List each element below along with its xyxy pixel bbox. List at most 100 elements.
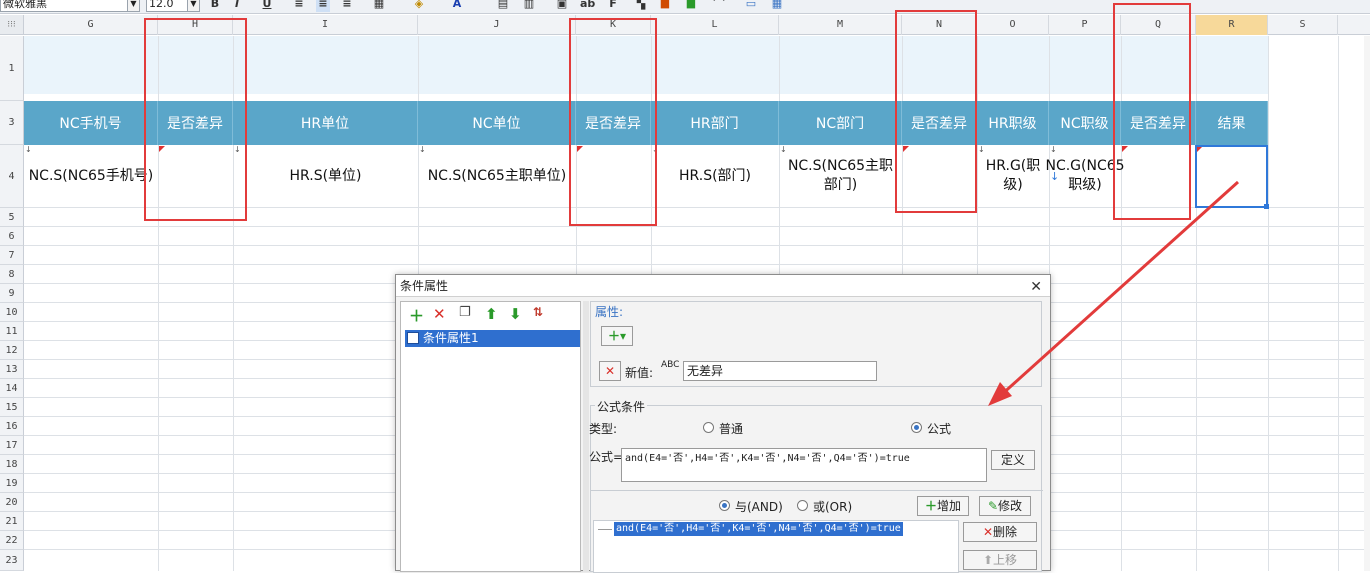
cell-j4[interactable]: NC.S(NC65主职单位) [418,145,576,207]
row-header-7[interactable]: 7 [0,246,24,265]
row-header-1[interactable]: 1 [0,36,24,101]
table-icon[interactable]: ▦ [770,0,784,12]
header-cell-hr-unit[interactable]: HR单位 [233,101,418,145]
font-name-select[interactable]: 微软雅黑 ▼ [0,0,140,12]
sheet-icon[interactable]: ▭ [744,0,758,12]
picture-icon[interactable]: ■ [684,0,698,12]
image-icon[interactable]: ■ [658,0,672,12]
copy-icon[interactable]: ❐ [459,305,471,320]
column-header-i[interactable]: I [233,15,418,35]
modify-button[interactable]: ✎修改 [979,496,1031,516]
formula-icon[interactable]: F [606,0,620,12]
delete-icon[interactable]: ✕ [433,305,446,323]
header-cell-nc-rank[interactable]: NC职级 [1049,101,1121,145]
font-color-icon[interactable]: A [450,0,464,12]
cell-g4[interactable]: NC.S(NC65手机号) [24,145,158,207]
split-icon[interactable]: ▥ [522,0,536,12]
move-up-button[interactable]: ⬆上移 [963,550,1037,570]
define-button[interactable]: 定义 [991,450,1035,470]
select-all-corner[interactable]: ⁝⁝⁝ [0,15,24,35]
row-header-16[interactable]: 16 [0,417,24,436]
row-header-17[interactable]: 17 [0,436,24,455]
merge-icon[interactable]: ▤ [496,0,510,12]
chevron-down-icon[interactable]: ▼ [187,0,199,11]
column-header-j[interactable]: J [418,15,576,35]
row-header-23[interactable]: 23 [0,550,24,571]
bold-button[interactable]: B [208,0,222,12]
align-right-icon[interactable]: ≡ [340,0,354,12]
cell-l4[interactable]: HR.S(部门) [651,145,779,207]
or-radio[interactable] [797,500,808,511]
row-header-15[interactable]: 15 [0,398,24,417]
header-cell-hr-dept[interactable]: HR部门 [651,101,779,145]
align-center-icon[interactable]: ≡ [316,0,330,12]
type-normal-radio[interactable] [703,422,714,433]
text-type-icon[interactable]: ABC [661,360,679,370]
row-header-8[interactable]: 8 [0,265,24,284]
fill-handle[interactable] [1264,204,1269,209]
header-cell-nc-unit[interactable]: NC单位 [418,101,576,145]
modify-icon: ✎ [987,499,999,513]
row-header-20[interactable]: 20 [0,493,24,512]
insert-icon[interactable]: ▣ [555,0,569,12]
type-formula-radio[interactable] [911,422,922,433]
cell-o4[interactable]: HR.G(职级) [977,145,1049,207]
row-header-4[interactable]: 4 [0,145,24,208]
add-button[interactable]: ＋增加 [917,496,969,516]
cell-i4[interactable]: HR.S(单位) [233,145,418,207]
tree-item-label: 条件属性1 [423,331,479,345]
chart-icon[interactable]: ▚ [634,0,648,12]
cell-p4[interactable]: NC.G(NC65职级) [1045,145,1124,207]
formula-input[interactable]: and(E4='否',H4='否',K4='否',N4='否',Q4='否')=… [621,448,987,482]
column-header-p[interactable]: P [1049,15,1121,35]
row-header-3[interactable]: 3 [0,101,24,145]
move-up-icon[interactable]: ⬆ [485,305,498,323]
add-icon[interactable]: ＋ [409,305,424,326]
text-icon[interactable]: ab [580,0,595,12]
condition-list-item[interactable]: and(E4='否',H4='否',K4='否',N4='否',Q4='否')=… [614,522,903,536]
row-header-18[interactable]: 18 [0,455,24,474]
italic-button[interactable]: I [230,0,244,12]
column-header-l[interactable]: L [651,15,779,35]
column-header-o[interactable]: O [977,15,1049,35]
row-header-6[interactable]: 6 [0,227,24,246]
border-icon[interactable]: ▦ [372,0,386,12]
header-cell-nc-dept[interactable]: NC部门 [779,101,902,145]
sort-icon[interactable]: ⇅ [533,305,543,319]
remove-attribute-icon[interactable]: ✕ [599,361,621,381]
row-header-19[interactable]: 19 [0,474,24,493]
and-radio[interactable] [719,500,730,511]
move-down-icon[interactable]: ⬇ [509,305,522,323]
fill-color-icon[interactable]: ◈ [412,0,426,12]
font-size-select[interactable]: 12.0 ▼ [146,0,200,12]
align-left-icon[interactable]: ≡ [292,0,306,12]
column-header-r[interactable]: R [1196,15,1268,35]
row-header-22[interactable]: 22 [0,531,24,550]
row-header-21[interactable]: 21 [0,512,24,531]
row-header-13[interactable]: 13 [0,360,24,379]
row-header-5[interactable]: 5 [0,208,24,227]
close-icon[interactable]: ✕ [1030,276,1042,298]
add-attribute-button[interactable]: ＋▾ [601,326,633,346]
header-cell-result[interactable]: 结果 [1196,101,1268,145]
chevron-down-icon[interactable]: ▼ [127,0,139,11]
header-cell-hr-rank[interactable]: HR职级 [977,101,1049,145]
underline-button[interactable]: U [260,0,274,12]
vertical-scrollbar[interactable] [1364,36,1370,571]
row-header-12[interactable]: 12 [0,341,24,360]
column-header-m[interactable]: M [779,15,902,35]
column-header-g[interactable]: G [24,15,158,35]
header-cell-nc-phone[interactable]: NC手机号 [24,101,158,145]
row-header-14[interactable]: 14 [0,379,24,398]
link-icon[interactable]: ⌒ [712,0,726,12]
column-header-s[interactable]: S [1268,15,1338,35]
row-header-11[interactable]: 11 [0,322,24,341]
new-value-input[interactable]: 无差异 [683,361,877,381]
grid-line [1338,36,1339,571]
row-header-10[interactable]: 10 [0,303,24,322]
row-header-9[interactable]: 9 [0,284,24,303]
delete-button[interactable]: ✕删除 [963,522,1037,542]
plus-icon: ＋ [924,499,937,513]
cell-m4[interactable]: NC.S(NC65主职部门) [779,145,902,207]
tree-item-condition-1[interactable]: 条件属性1 [405,330,580,347]
